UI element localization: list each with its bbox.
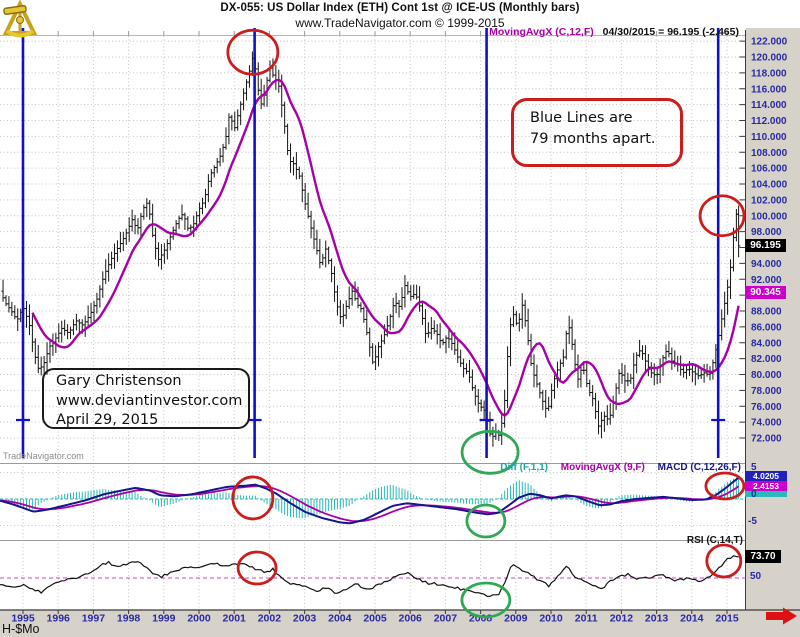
year-axis-label: 2013 <box>645 613 669 625</box>
price-axis-label: 78.000 <box>751 386 782 397</box>
year-axis-label: 2010 <box>539 613 563 625</box>
price-axis-label: 88.000 <box>751 307 782 318</box>
rsi-panel <box>0 555 746 598</box>
indicator-status-row: MovingAvgX (C,12,F) 04/30/2015 = 96.195 … <box>489 26 739 38</box>
diff-indicator-label: Diff (F,1,1) <box>500 462 548 473</box>
year-axis-label: 2007 <box>434 613 458 625</box>
price-axis-label: 112.000 <box>751 116 787 127</box>
price-axis-label: 72.000 <box>751 434 782 445</box>
year-axis-label: 1998 <box>117 613 141 625</box>
chart-title: DX-055: US Dollar Index (ETH) Cont 1st @… <box>220 2 580 14</box>
year-axis-label: 2000 <box>187 613 211 625</box>
moving-average-indicator-label: MovingAvgX (C,12,F) <box>489 26 594 38</box>
year-axis-label: 2009 <box>504 613 528 625</box>
credit-date: April 29, 2015 <box>56 412 159 428</box>
chart-canvas[interactable]: 122.000 120.000 118.000 116.000 114.000 112.0… <box>0 0 800 637</box>
watermark-text: TradeNavigator.com <box>3 451 84 461</box>
price-axis-label: 114.000 <box>751 100 787 111</box>
year-axis-label: 2011 <box>575 613 598 625</box>
price-axis-label: 106.000 <box>751 164 788 175</box>
price-axis-label: 102.000 <box>751 195 788 206</box>
year-axis-label: 2004 <box>328 613 352 625</box>
blue-note-line1: Blue Lines are <box>530 110 633 126</box>
macd-axis-bottom-label: -5 <box>748 516 757 527</box>
price-axis-label: 74.000 <box>751 418 782 429</box>
price-axis-label: 116.000 <box>751 84 787 95</box>
price-axis-label: 82.000 <box>751 354 782 365</box>
credit-annotation-box: Gary Christenson www.deviantinvestor.com… <box>42 368 250 429</box>
rsi-value-tag: 73.70 <box>745 550 781 563</box>
blue-lines-annotation-box: Blue Lines are 79 months apart. <box>511 98 683 167</box>
price-axis-label: 98.000 <box>751 227 782 238</box>
macd-indicator-label: MACD (C,12,26,F) <box>657 462 741 473</box>
rsi-indicator-label: RSI (C,14,T) <box>686 535 743 546</box>
price-axis-label: 108.000 <box>751 148 788 159</box>
red-highlight-ellipse <box>698 194 746 238</box>
price-axis-label: 118.000 <box>751 68 787 79</box>
price-axis-label: 100.000 <box>751 211 788 222</box>
price-axis-label: 122.000 <box>751 37 788 48</box>
year-axis-label: 2006 <box>399 613 423 625</box>
green-highlight-ellipse <box>465 503 507 539</box>
moving-average-price-tag: 90.345 <box>745 286 786 299</box>
macd-axis-zero-label: 0 <box>751 489 757 500</box>
blue-note-line2: 79 months apart. <box>530 131 656 147</box>
price-axis-label: 120.000 <box>751 53 788 64</box>
macd-signal-indicator-label: MovingAvgX (9,F) <box>560 462 645 473</box>
timeframe-label: H-$Mo <box>2 622 40 636</box>
credit-author: Gary Christenson <box>56 373 182 389</box>
year-axis-label: 2012 <box>610 613 634 625</box>
price-axis-label: 94.000 <box>751 259 782 270</box>
year-axis-label: 2002 <box>258 613 282 625</box>
price-axis-label: 104.000 <box>751 180 788 191</box>
year-axis-label: 2005 <box>363 613 387 625</box>
indicator-date-value: 04/30/2015 = 96.195 (-2.465) <box>602 26 739 38</box>
year-axis-label: 2001 <box>223 613 247 625</box>
year-axis-label: 2003 <box>293 613 317 625</box>
price-axis-label: 86.000 <box>751 322 782 333</box>
macd-panel-labels: Diff (F,1,1) MovingAvgX (9,F) MACD (C,12… <box>500 462 741 473</box>
price-axis-label: 84.000 <box>751 338 782 349</box>
current-price-tag: 96.195 <box>745 239 786 252</box>
year-axis-label: 1996 <box>47 613 71 625</box>
red-highlight-ellipse <box>705 543 743 579</box>
credit-website: www.deviantinvestor.com <box>56 392 243 409</box>
trade-navigator-window: 122.000 120.000 118.000 116.000 114.000 112.0… <box>0 0 800 637</box>
year-axis-label: 1997 <box>82 613 106 625</box>
year-axis-label: 2015 <box>715 613 739 625</box>
price-axis-label: 92.000 <box>751 275 782 286</box>
macd-axis-top-label: 5 <box>751 462 757 473</box>
macd-panel <box>0 476 746 525</box>
year-axis-label: 1999 <box>152 613 176 625</box>
rsi-level-label: 50 <box>750 571 762 582</box>
price-axis-label: 110.000 <box>751 132 787 143</box>
year-axis-label: 2014 <box>680 613 704 625</box>
red-highlight-ellipse <box>236 550 278 586</box>
price-axis-label: 76.000 <box>751 402 782 413</box>
price-axis-label: 80.000 <box>751 370 782 381</box>
